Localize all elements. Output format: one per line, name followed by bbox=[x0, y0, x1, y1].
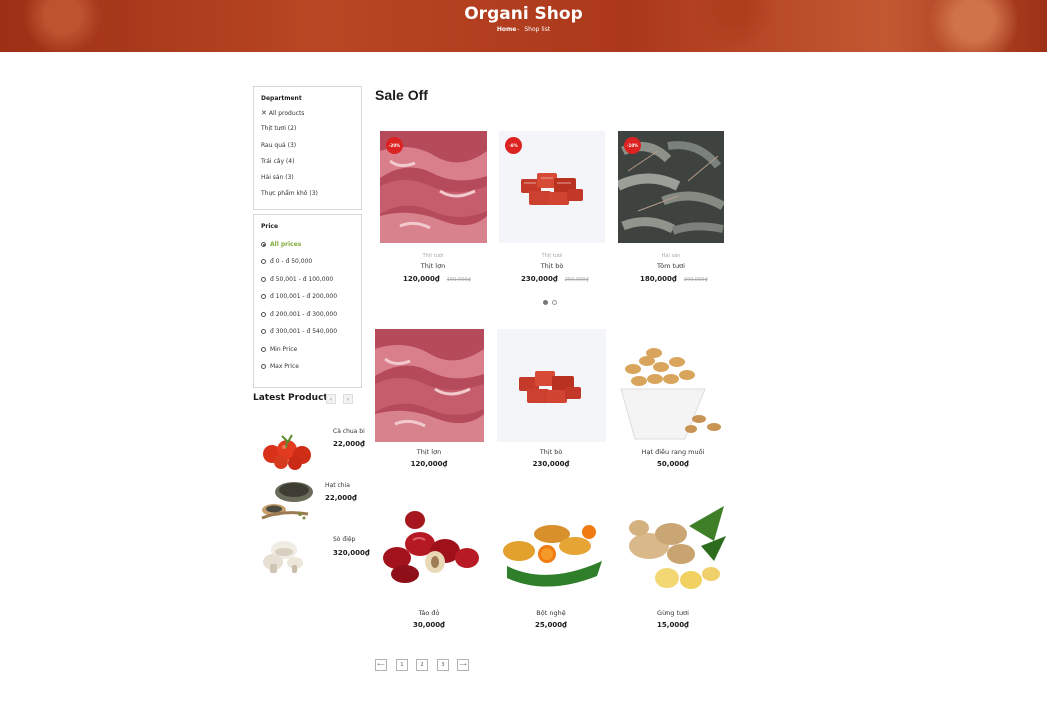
product-image[interactable] bbox=[619, 329, 728, 442]
product-name[interactable]: Bột nghệ bbox=[497, 609, 605, 617]
red-dates-image bbox=[383, 511, 479, 583]
latest-prev-button[interactable]: ‹ bbox=[326, 394, 336, 404]
price-option[interactable]: đ 100,001 - đ 200,000 bbox=[261, 293, 337, 300]
latest-item-price: 320,000₫ bbox=[333, 549, 370, 557]
sale-product-old-price: 150,000₫ bbox=[446, 277, 471, 283]
pagination-prev-button[interactable]: ⟵ bbox=[375, 659, 387, 671]
sale-product-old-price: 200,000₫ bbox=[683, 277, 708, 283]
radio-icon bbox=[261, 242, 266, 247]
department-item[interactable]: Trái cây (4) bbox=[261, 158, 294, 165]
sale-product-image[interactable]: -20% bbox=[380, 131, 487, 243]
radio-icon bbox=[261, 347, 266, 352]
product-price: 15,000₫ bbox=[657, 621, 689, 629]
price-option-all[interactable]: All prices bbox=[261, 241, 301, 248]
close-icon: ✕ bbox=[261, 109, 267, 117]
pork-image bbox=[375, 329, 484, 442]
price-option-min[interactable]: Min Price bbox=[261, 346, 297, 353]
latest-next-button[interactable]: › bbox=[343, 394, 353, 404]
product-name[interactable]: Táo đỏ bbox=[375, 609, 483, 617]
page-title: Organi Shop bbox=[464, 4, 583, 24]
price-option-max[interactable]: Max Price bbox=[261, 363, 299, 370]
product-price: 30,000₫ bbox=[413, 621, 445, 629]
product-price: 50,000₫ bbox=[657, 460, 689, 468]
cashew-image bbox=[620, 348, 721, 440]
pagination-next-button[interactable]: ⟶ bbox=[457, 659, 469, 671]
latest-item-price: 22,000₫ bbox=[333, 440, 365, 448]
beef-image bbox=[519, 371, 581, 403]
department-filter: Department ✕ All products Thịt tươi (2) R… bbox=[253, 86, 362, 210]
price-filter: Price All prices đ 0 - đ 50,000 đ 50,001… bbox=[253, 214, 362, 388]
sale-off-title: Sale Off bbox=[375, 87, 428, 103]
latest-item-name[interactable]: Cà chua bi bbox=[333, 428, 365, 435]
latest-item-price: 22,000₫ bbox=[325, 494, 357, 502]
product-name[interactable]: Thịt lợn bbox=[375, 448, 483, 456]
price-option[interactable]: đ 50,001 - đ 100,000 bbox=[261, 276, 333, 283]
sale-product-image[interactable]: -10% bbox=[618, 131, 724, 243]
pagination-page[interactable]: 3 bbox=[437, 659, 449, 671]
sale-product-name[interactable]: Thịt lợn bbox=[379, 262, 487, 270]
ginger-image bbox=[629, 506, 726, 589]
breadcrumb-home[interactable]: Home bbox=[497, 26, 516, 33]
product-price: 230,000₫ bbox=[532, 460, 570, 468]
breadcrumb: Home- Shop list bbox=[0, 26, 1047, 33]
sale-product-category: Thịt tươi bbox=[541, 253, 563, 259]
sale-product-category: Hải sản bbox=[661, 253, 681, 259]
breadcrumb-current: Shop list bbox=[524, 26, 551, 33]
discount-badge: -8% bbox=[505, 137, 522, 154]
product-image[interactable] bbox=[619, 496, 728, 600]
price-option[interactable]: đ 0 - đ 50,000 bbox=[261, 258, 312, 265]
sale-product-price: 180,000₫ 200,000₫ bbox=[640, 275, 708, 283]
latest-products-title: Latest Products bbox=[253, 393, 334, 403]
sale-product-price: 230,000₫ 250,000₫ bbox=[521, 275, 589, 283]
sale-product-old-price: 250,000₫ bbox=[564, 277, 589, 283]
pagination-page[interactable]: 1 bbox=[396, 659, 408, 671]
sale-product-name[interactable]: Thịt bò bbox=[498, 262, 606, 270]
radio-icon bbox=[261, 364, 266, 369]
chia-seeds-image bbox=[261, 482, 313, 520]
price-title: Price bbox=[261, 223, 279, 230]
product-name[interactable]: Gừng tươi bbox=[619, 609, 727, 617]
radio-icon bbox=[261, 294, 266, 299]
sale-product-image[interactable]: -8% bbox=[499, 131, 605, 243]
scallop-image bbox=[263, 541, 303, 573]
radio-icon bbox=[261, 312, 266, 317]
discount-badge: -20% bbox=[386, 137, 403, 154]
radio-icon bbox=[261, 329, 266, 334]
pagination-page[interactable]: 2 bbox=[416, 659, 428, 671]
hero-banner: Organi Shop Home- Shop list bbox=[0, 0, 1047, 52]
department-item-all[interactable]: ✕ All products bbox=[261, 109, 304, 117]
price-option[interactable]: đ 200,001 - đ 300,000 bbox=[261, 311, 337, 318]
tomato-image bbox=[263, 434, 311, 470]
price-option[interactable]: đ 300,001 - đ 540,000 bbox=[261, 328, 337, 335]
product-image[interactable] bbox=[375, 329, 484, 442]
department-item[interactable]: Rau quả (3) bbox=[261, 142, 296, 149]
product-image[interactable] bbox=[497, 329, 606, 442]
department-item[interactable]: Thịt tươi (2) bbox=[261, 125, 296, 132]
department-item[interactable]: Thực phẩm khô (3) bbox=[261, 190, 318, 197]
latest-item-name[interactable]: Sò điệp bbox=[333, 536, 355, 543]
discount-badge: -10% bbox=[624, 137, 641, 154]
sale-product-name[interactable]: Tôm tươi bbox=[617, 262, 725, 270]
product-price: 120,000₫ bbox=[410, 460, 448, 468]
carousel-dots bbox=[543, 300, 557, 305]
product-image[interactable] bbox=[497, 496, 606, 600]
carousel-dot[interactable] bbox=[543, 300, 548, 305]
product-name[interactable]: Hạt điều rang muối bbox=[619, 448, 727, 456]
radio-icon bbox=[261, 277, 266, 282]
carousel-dot[interactable] bbox=[552, 300, 557, 305]
department-item[interactable]: Hải sản (3) bbox=[261, 174, 294, 181]
sale-product-category: Thịt tươi bbox=[422, 253, 444, 259]
latest-item-name[interactable]: Hạt chia bbox=[325, 482, 350, 489]
product-price: 25,000₫ bbox=[535, 621, 567, 629]
department-title: Department bbox=[261, 95, 302, 102]
breadcrumb-separator: - bbox=[517, 26, 520, 33]
product-image[interactable] bbox=[375, 496, 484, 600]
turmeric-image bbox=[503, 525, 602, 587]
radio-icon bbox=[261, 259, 266, 264]
product-name[interactable]: Thịt bò bbox=[497, 448, 605, 456]
sale-product-price: 120,000₫ 150,000₫ bbox=[403, 275, 471, 283]
